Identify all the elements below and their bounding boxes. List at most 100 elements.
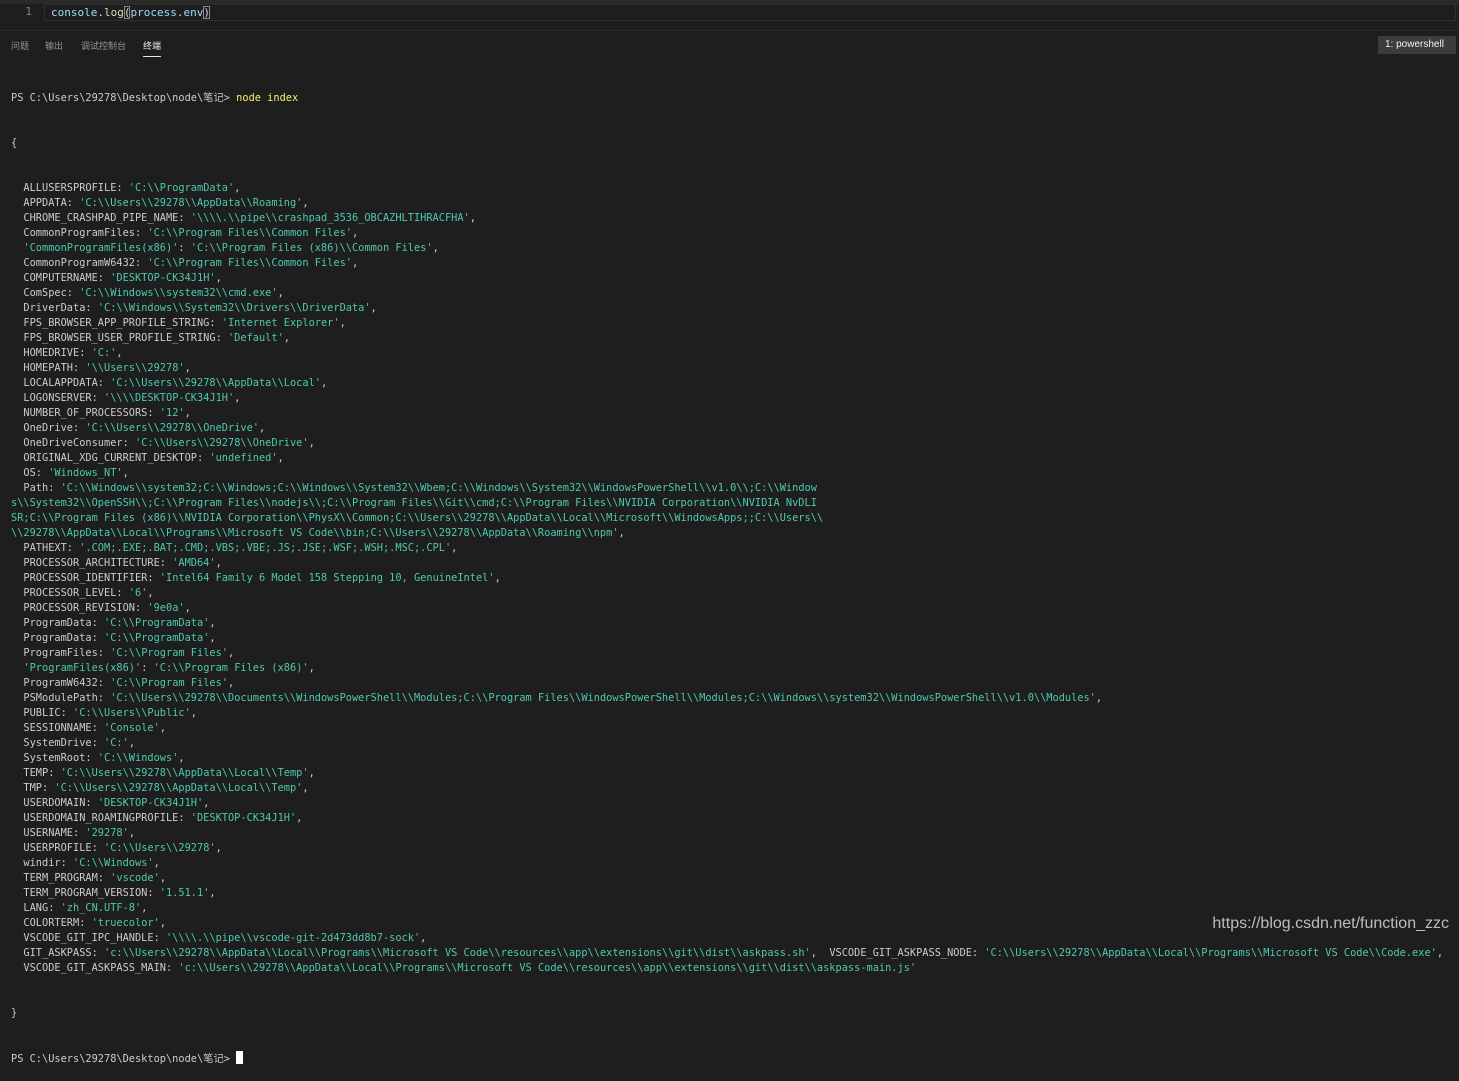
env-entry-row: ProgramData: 'C:\\ProgramData', — [11, 616, 1451, 631]
env-terminator: , — [277, 287, 284, 299]
env-value: 'undefined' — [209, 452, 278, 464]
env-key: ComSpec: — [11, 287, 80, 299]
terminal-select-dropdown[interactable]: 1: powershell — [1378, 36, 1456, 54]
env-value: '29278' — [85, 827, 129, 839]
env-entry-row: USERNAME: '29278', — [11, 826, 1451, 841]
env-terminator: , — [228, 677, 235, 689]
env-terminator: , — [283, 332, 290, 344]
code-editor[interactable]: 1 console.log(process.env) — [0, 0, 1459, 31]
tab-problems[interactable]: 问题 — [11, 39, 29, 56]
env-terminator: , — [122, 467, 129, 479]
env-key: SESSIONNAME: — [11, 722, 104, 734]
env-entry-row: FPS_BROWSER_USER_PROFILE_STRING: 'Defaul… — [11, 331, 1451, 346]
env-terminator: , — [128, 737, 136, 749]
env-terminator: , — [209, 617, 216, 629]
env-key: OneDrive: — [11, 422, 86, 434]
env-key: ProgramData: — [11, 617, 104, 629]
env-terminator: , — [147, 587, 154, 599]
env-key: windir: — [11, 857, 73, 869]
env-value: 'C:\\Users\\29278\\Documents\\WindowsPow… — [110, 692, 1096, 704]
env-terminator: , — [234, 182, 241, 194]
env-entry-row: PROCESSOR_REVISION: '9e0a', — [11, 601, 1451, 616]
env-terminator: , — [209, 887, 216, 899]
terminal-prompt-line: PS C:\Users\29278\Desktop\node\笔记> node … — [11, 91, 1451, 106]
env-value: 'C:\\Users\\29278\\AppData\\Roaming' — [79, 197, 303, 209]
env-terminator: , — [618, 527, 625, 539]
env-terminator: , — [116, 347, 123, 359]
env-value: 'C:\\Users\\29278' — [104, 842, 216, 854]
env-value: 'C:\\Users\\29278\\AppData\\Local\\Temp' — [54, 782, 303, 794]
env-entry-row: CHROME_CRASHPAD_PIPE_NAME: '\\\\.\\pipe\… — [11, 211, 1451, 226]
env-key: FPS_BROWSER_APP_PROFILE_STRING: — [11, 317, 222, 329]
env-key: PUBLIC: — [11, 707, 73, 719]
env-value: 'CommonProgramFiles(x86)' — [23, 242, 179, 254]
tab-terminal[interactable]: 终端 — [143, 39, 162, 57]
env-value: 'ProgramFiles(x86)' — [23, 662, 142, 674]
env-entry-row: PROCESSOR_IDENTIFIER: 'Intel64 Family 6 … — [11, 571, 1451, 586]
env-entry-row: ALLUSERSPROFILE: 'C:\\ProgramData', — [11, 181, 1451, 196]
env-entry-row: ORIGINAL_XDG_CURRENT_DESKTOP: 'undefined… — [11, 451, 1451, 466]
env-entry-row: PROCESSOR_ARCHITECTURE: 'AMD64', — [11, 556, 1451, 571]
code-line[interactable]: console.log(process.env) — [51, 4, 210, 21]
env-terminator: , — [215, 842, 222, 854]
env-terminator: , — [234, 392, 241, 404]
env-key: PROCESSOR_IDENTIFIER: — [11, 572, 160, 584]
env-entry-row: ProgramFiles: 'C:\\Program Files', — [11, 646, 1451, 661]
terminal-final-prompt: PS C:\Users\29278\Desktop\node\笔记> — [11, 1051, 1451, 1066]
env-terminator: , — [153, 857, 160, 869]
env-value: 'C:\\ProgramData' — [104, 632, 210, 644]
env-entry-row: COMPUTERNAME: 'DESKTOP-CK34J1H', — [11, 271, 1451, 286]
tab-debug-console[interactable]: 调试控制台 — [81, 39, 126, 56]
env-entry-row: ComSpec: 'C:\\Windows\\system32\\cmd.exe… — [11, 286, 1451, 301]
env-entry-row: SystemDrive: 'C:', — [11, 736, 1451, 751]
env-key: LOGONSERVER: — [11, 392, 104, 404]
env-value: '.COM;.EXE;.BAT;.CMD;.VBS;.VBE;.JS;.JSE;… — [79, 542, 452, 554]
watermark: https://blog.csdn.net/function_zzc — [1212, 915, 1449, 932]
env-value: '\\\\.\\pipe\\crashpad_3536_OBCAZHLTIHRA… — [190, 212, 470, 224]
code-function: log — [103, 6, 124, 19]
env-value: '\\\\DESKTOP-CK34J1H' — [104, 392, 235, 404]
env-terminator: , — [339, 317, 346, 329]
env-terminator: , — [351, 257, 359, 269]
env-entry-row: SystemRoot: 'C:\\Windows', — [11, 751, 1451, 766]
env-entry-row: SESSIONNAME: 'Console', — [11, 721, 1451, 736]
env-entry-row: PSModulePath: 'C:\\Users\\29278\\Documen… — [11, 691, 1451, 706]
env-value: 'DESKTOP-CK34J1H' — [190, 812, 297, 824]
env-entry-row: s\\System32\\OpenSSH\\;C:\\Program Files… — [11, 496, 1451, 511]
env-entry-row: LANG: 'zh_CN.UTF-8', — [11, 901, 1451, 916]
env-value: '9e0a' — [147, 602, 185, 614]
env-key: HOMEPATH: — [11, 362, 86, 374]
env-key: OneDriveConsumer: — [11, 437, 135, 449]
env-value: 'C:\\Program Files (x86)' — [153, 662, 309, 674]
env-entry-row: FPS_BROWSER_APP_PROFILE_STRING: 'Interne… — [11, 316, 1451, 331]
env-key — [11, 662, 23, 674]
env-entry-row: HOMEDRIVE: 'C:', — [11, 346, 1451, 361]
env-value: 'C:\\Windows' — [97, 752, 179, 764]
env-key: PATHEXT: — [11, 542, 80, 554]
env-entry-row: ProgramW6432: 'C:\\Program Files', — [11, 676, 1451, 691]
env-terminator: , — [432, 242, 439, 254]
env-key: TEMP: — [11, 767, 61, 779]
env-key: LOCALAPPDATA: — [11, 377, 111, 389]
env-entry-row: Path: 'C:\\Windows\\system32;C:\\Windows… — [11, 481, 1451, 496]
env-terminator: , — [494, 572, 501, 584]
env-value: 'Internet Explorer' — [221, 317, 340, 329]
env-key: PROCESSOR_REVISION: — [11, 602, 148, 614]
env-key: NUMBER_OF_PROCESSORS: — [11, 407, 160, 419]
env-entry-row: PROCESSOR_LEVEL: '6', — [11, 586, 1451, 601]
env-key: ORIGINAL_XDG_CURRENT_DESKTOP: — [11, 452, 210, 464]
env-key: TERM_PROGRAM_VERSION: — [11, 887, 160, 899]
env-value: 'zh_CN.UTF-8' — [60, 902, 142, 914]
env-entry-row: 'ProgramFiles(x86)': 'C:\\Program Files … — [11, 661, 1451, 676]
env-terminator: , — [277, 452, 284, 464]
env-entry-row: LOCALAPPDATA: 'C:\\Users\\29278\\AppData… — [11, 376, 1451, 391]
env-value: \\29278\\AppData\\Local\\Programs\\Micro… — [11, 527, 619, 539]
env-key: FPS_BROWSER_USER_PROFILE_STRING: — [11, 332, 228, 344]
env-key: TERM_PROGRAM: — [11, 872, 111, 884]
line-number: 1 — [25, 5, 32, 18]
env-key: PROCESSOR_LEVEL: — [11, 587, 129, 599]
tab-output[interactable]: 输出 — [45, 39, 63, 56]
env-value: 'Console' — [104, 722, 160, 734]
close-brace: } — [11, 1007, 18, 1019]
env-value: 'Default' — [227, 332, 284, 344]
